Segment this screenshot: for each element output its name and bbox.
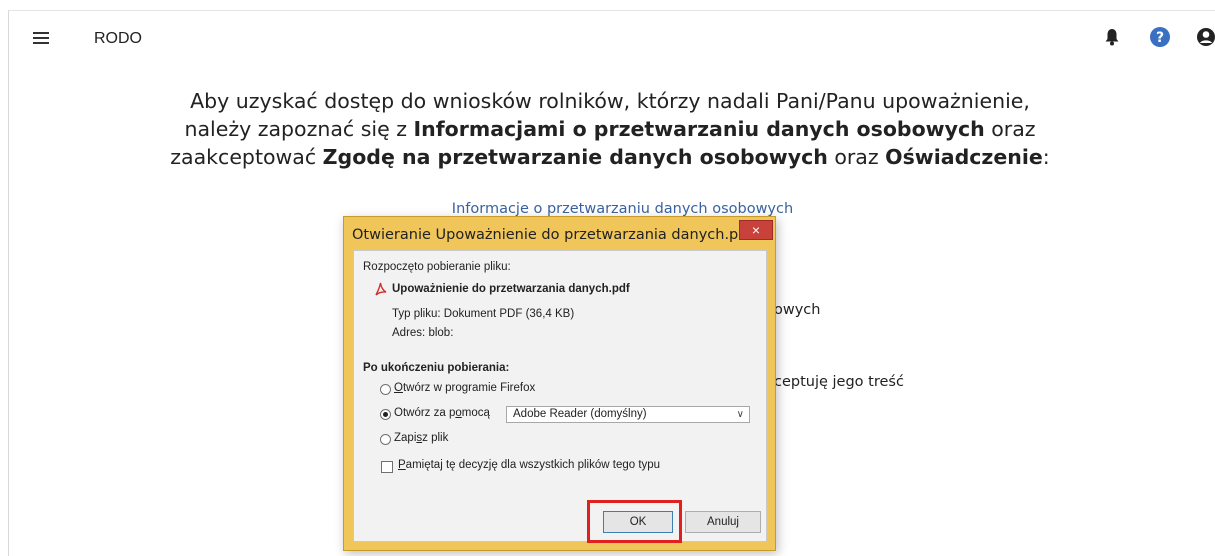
remember-decision-label[interactable]: Pamiętaj tę decyzję dla wszystkich plikó… bbox=[398, 459, 660, 471]
open-firefox-label[interactable]: Otwórz w programie Firefox bbox=[394, 382, 535, 394]
intro-line-2-suffix: oraz bbox=[984, 117, 1036, 141]
svg-text:?: ? bbox=[1156, 30, 1164, 46]
open-with-label[interactable]: Otwórz za pomocą bbox=[394, 407, 490, 419]
application-select[interactable]: Adobe Reader (domyślny) ∨ bbox=[506, 406, 750, 423]
save-file-radio[interactable] bbox=[380, 434, 391, 445]
dialog-title: Otwieranie Upoważnienie do przetwarzania… bbox=[352, 227, 753, 243]
save-file-label[interactable]: Zapisz plik bbox=[394, 432, 448, 444]
dialog-close-button[interactable]: × bbox=[739, 220, 773, 240]
background-consent-text-partial: owych bbox=[774, 302, 821, 318]
after-download-label: Po ukończeniu pobierania: bbox=[363, 362, 510, 374]
app-title: RODO bbox=[94, 30, 142, 47]
file-name: Upoważnienie do przetwarzania danych.pdf bbox=[392, 283, 630, 295]
intro-line-1: Aby uzyskać dostęp do wniosków rolników,… bbox=[190, 89, 1030, 113]
remember-text: amiętaj tę decyzję dla wszystkich plików… bbox=[405, 459, 661, 471]
intro-line-3-prefix: zaakceptować bbox=[170, 145, 323, 169]
help-icon[interactable]: ? bbox=[1150, 27, 1170, 47]
open-firefox-text: twórz w programie Firefox bbox=[402, 382, 536, 394]
open-firefox-radio[interactable] bbox=[380, 384, 391, 395]
cancel-button[interactable]: Anuluj bbox=[685, 511, 761, 533]
remember-decision-checkbox[interactable] bbox=[381, 461, 393, 473]
intro-line-3-mid: oraz bbox=[827, 145, 886, 169]
remember-accesskey: P bbox=[398, 459, 406, 471]
info-processing-link[interactable]: Informacje o przetwarzaniu danych osobow… bbox=[0, 201, 1215, 217]
hamburger-menu-icon[interactable] bbox=[33, 32, 49, 45]
intro-line-3-suffix: : bbox=[1042, 145, 1050, 169]
intro-bold-info: Informacjami o przetwarzaniu danych osob… bbox=[413, 117, 985, 141]
ok-button-highlight bbox=[587, 500, 682, 543]
open-firefox-accesskey: O bbox=[394, 382, 403, 394]
address-value: blob: bbox=[428, 327, 454, 339]
bell-icon[interactable] bbox=[1104, 28, 1120, 46]
background-statement-text-partial: ceptuję jego treść bbox=[774, 374, 904, 390]
file-type: Typ pliku: Dokument PDF (36,4 KB) bbox=[392, 308, 575, 320]
save-file-text-pre: Zapi bbox=[394, 432, 417, 444]
pdf-file-icon bbox=[375, 282, 387, 296]
intro-line-2-prefix: należy zapoznać się z bbox=[184, 117, 414, 141]
address-label: Adres: bbox=[392, 327, 426, 339]
account-icon[interactable] bbox=[1196, 27, 1215, 47]
open-with-radio[interactable] bbox=[380, 409, 391, 420]
intro-bold-consent: Zgodę na przetwarzanie danych osobowych bbox=[322, 145, 828, 169]
file-address: Adres: blob: bbox=[392, 327, 453, 339]
file-download-dialog: Otwieranie Upoważnienie do przetwarzania… bbox=[343, 216, 776, 551]
dialog-body: Rozpoczęto pobieranie pliku: Upoważnieni… bbox=[353, 250, 767, 542]
download-started-label: Rozpoczęto pobieranie pliku: bbox=[363, 261, 511, 273]
rodo-intro-text: Aby uzyskać dostęp do wniosków rolników,… bbox=[150, 87, 1070, 171]
application-select-value: Adobe Reader (domyślny) bbox=[513, 408, 647, 420]
open-with-text-pre: Otwórz za p bbox=[394, 407, 456, 419]
open-with-text-post: mocą bbox=[461, 407, 490, 419]
intro-bold-statement: Oświadczenie bbox=[885, 145, 1043, 169]
chevron-down-icon: ∨ bbox=[736, 409, 744, 420]
save-file-text-post: z plik bbox=[422, 432, 449, 444]
